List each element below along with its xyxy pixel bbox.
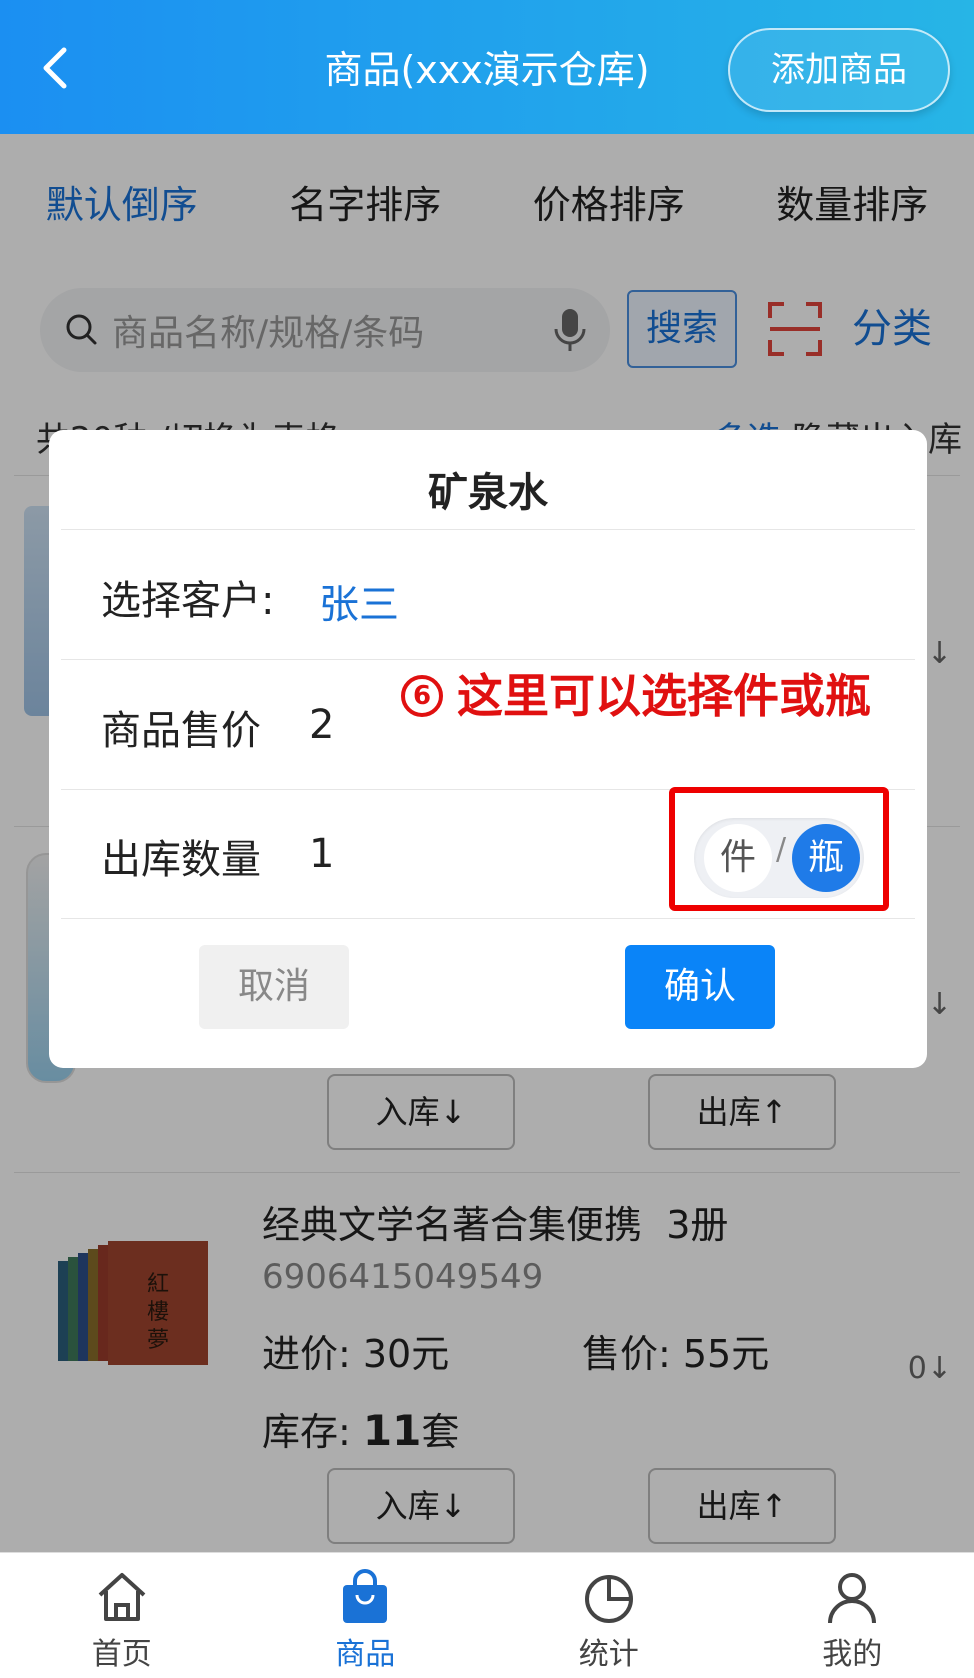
app-screen: 商品(xxx演示仓库) 添加商品 默认倒序 名字排序 价格排序 数量排序 商品名… bbox=[0, 0, 974, 1678]
customer-select[interactable]: 张三 bbox=[319, 572, 399, 630]
annotation-label: 这里可以选择件或瓶 bbox=[457, 669, 871, 723]
price-value[interactable]: 2 bbox=[309, 702, 334, 748]
quantity-label: 出库数量 bbox=[101, 837, 261, 883]
tabbar-spacer bbox=[0, 1552, 974, 1678]
annotation-text: 6 这里可以选择件或瓶 bbox=[401, 660, 871, 726]
dialog-title: 矿泉水 bbox=[428, 470, 548, 516]
divider bbox=[61, 529, 915, 530]
divider bbox=[61, 918, 915, 919]
outbound-dialog: 矿泉水 选择客户: 张三 商品售价 2 出库数量 1 件 / 瓶 6 这里可以选择… bbox=[49, 430, 927, 1068]
confirm-button[interactable]: 确认 bbox=[625, 945, 775, 1029]
customer-label: 选择客户: bbox=[101, 578, 275, 624]
cancel-button[interactable]: 取消 bbox=[199, 945, 349, 1029]
price-label: 商品售价 bbox=[101, 708, 261, 754]
quantity-value[interactable]: 1 bbox=[309, 831, 334, 877]
annotation-highlight-box bbox=[669, 787, 889, 911]
header-overlay bbox=[0, 0, 974, 134]
annotation-step-number: 6 bbox=[401, 674, 443, 717]
